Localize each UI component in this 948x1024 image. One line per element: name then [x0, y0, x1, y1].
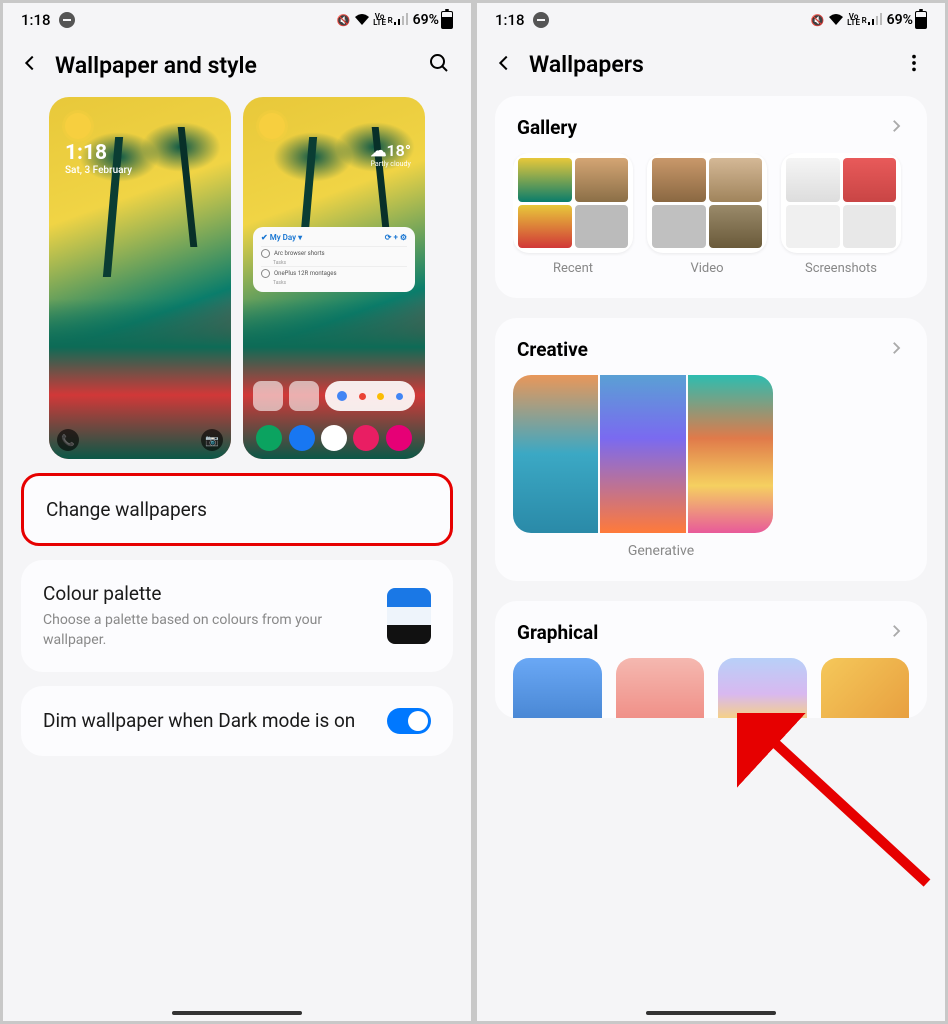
lock-time: 1:18: [65, 141, 132, 165]
header: Wallpaper and style: [3, 33, 471, 97]
gallery-section: Gallery Recent: [495, 96, 927, 298]
gallery-item-screenshots[interactable]: Screenshots: [781, 153, 901, 276]
creative-header[interactable]: Creative: [513, 338, 909, 361]
gallery-item-recent[interactable]: Recent: [513, 153, 633, 276]
gallery-title: Gallery: [517, 116, 577, 139]
graphical-item[interactable]: [616, 658, 705, 718]
status-time: 1:18: [21, 11, 51, 29]
wifi-icon: [828, 13, 844, 28]
dnd-icon: [533, 12, 549, 28]
search-icon[interactable]: [427, 51, 451, 79]
status-bar: 1:18 🔇 Vo LTE R 69%: [477, 3, 945, 33]
battery-percent: 69%: [413, 12, 439, 28]
battery-percent: 69%: [887, 12, 913, 28]
battery-icon: [915, 11, 927, 29]
lock-screen-preview[interactable]: 1:18 Sat, 3 February 📞 📷: [49, 97, 231, 459]
gesture-bar[interactable]: [646, 1011, 776, 1015]
colour-palette-sub: Choose a palette based on colours from y…: [43, 611, 371, 650]
chevron-right-icon: [887, 117, 905, 139]
volte-icon: Vo LTE: [373, 14, 387, 27]
signal-icon: [868, 13, 882, 28]
creative-label: Generative: [477, 543, 909, 559]
creative-item-generative[interactable]: Generative: [513, 375, 909, 559]
mute-icon: 🔇: [811, 14, 825, 27]
change-wallpapers-label: Change wallpapers: [46, 498, 428, 521]
camera-shortcut-icon: 📷: [201, 429, 223, 451]
screen-wallpaper-and-style: 1:18 🔇 Vo LTE R 69% Wallpaper and style: [3, 3, 471, 1021]
colour-palette-row[interactable]: Colour palette Choose a palette based on…: [21, 560, 453, 672]
phone-shortcut-icon: 📞: [57, 429, 79, 451]
graphical-section: Graphical: [495, 601, 927, 718]
screen-wallpapers: 1:18 🔇 Vo LTE R 69% Wallpapers: [477, 3, 945, 1021]
dim-toggle[interactable]: [387, 708, 431, 734]
graphical-item[interactable]: [718, 658, 807, 718]
status-bar: 1:18 🔇 Vo LTE R 69%: [3, 3, 471, 33]
chevron-right-icon: [887, 339, 905, 361]
graphical-title: Graphical: [517, 621, 598, 644]
roaming-icon: R: [862, 16, 867, 25]
lock-date: Sat, 3 February: [65, 165, 132, 176]
wallpaper-previews: 1:18 Sat, 3 February 📞 📷 ☁18° Partly clo…: [3, 97, 471, 459]
gallery-label: Screenshots: [805, 261, 877, 276]
palette-swatch: [387, 588, 431, 644]
more-icon[interactable]: [903, 52, 925, 78]
graphical-header[interactable]: Graphical: [513, 621, 909, 644]
header: Wallpapers: [477, 33, 945, 96]
home-screen-preview[interactable]: ☁18° Partly cloudy ✔ My Day ▾⟳ + ⚙ Arc b…: [243, 97, 425, 459]
page-title: Wallpaper and style: [55, 52, 413, 79]
back-icon[interactable]: [493, 52, 515, 78]
dim-label: Dim wallpaper when Dark mode is on: [43, 709, 371, 734]
gallery-item-video[interactable]: Video: [647, 153, 767, 276]
colour-palette-title: Colour palette: [43, 582, 371, 605]
dim-wallpaper-row[interactable]: Dim wallpaper when Dark mode is on: [21, 686, 453, 756]
dnd-icon: [59, 12, 75, 28]
annotation-arrow: [737, 713, 937, 893]
gesture-bar[interactable]: [172, 1011, 302, 1015]
graphical-item[interactable]: [821, 658, 910, 718]
gallery-header[interactable]: Gallery: [513, 116, 909, 139]
gallery-label: Video: [690, 261, 723, 276]
creative-section: Creative Generative: [495, 318, 927, 581]
back-icon[interactable]: [19, 52, 41, 78]
roaming-icon: R: [388, 16, 393, 25]
signal-icon: [394, 13, 408, 28]
battery-icon: [441, 11, 453, 29]
mute-icon: 🔇: [337, 14, 351, 27]
page-title: Wallpapers: [529, 51, 889, 78]
weather-temp: 18°: [387, 141, 411, 160]
tasks-widget: ✔ My Day ▾⟳ + ⚙ Arc browser shorts Tasks…: [253, 227, 415, 292]
gallery-label: Recent: [553, 261, 593, 276]
change-wallpapers-button[interactable]: Change wallpapers: [21, 473, 453, 546]
volte-icon: Vo LTE: [847, 14, 861, 27]
chevron-right-icon: [887, 622, 905, 644]
creative-title: Creative: [517, 338, 588, 361]
graphical-item[interactable]: [513, 658, 602, 718]
status-time: 1:18: [495, 11, 525, 29]
wifi-icon: [354, 13, 370, 28]
